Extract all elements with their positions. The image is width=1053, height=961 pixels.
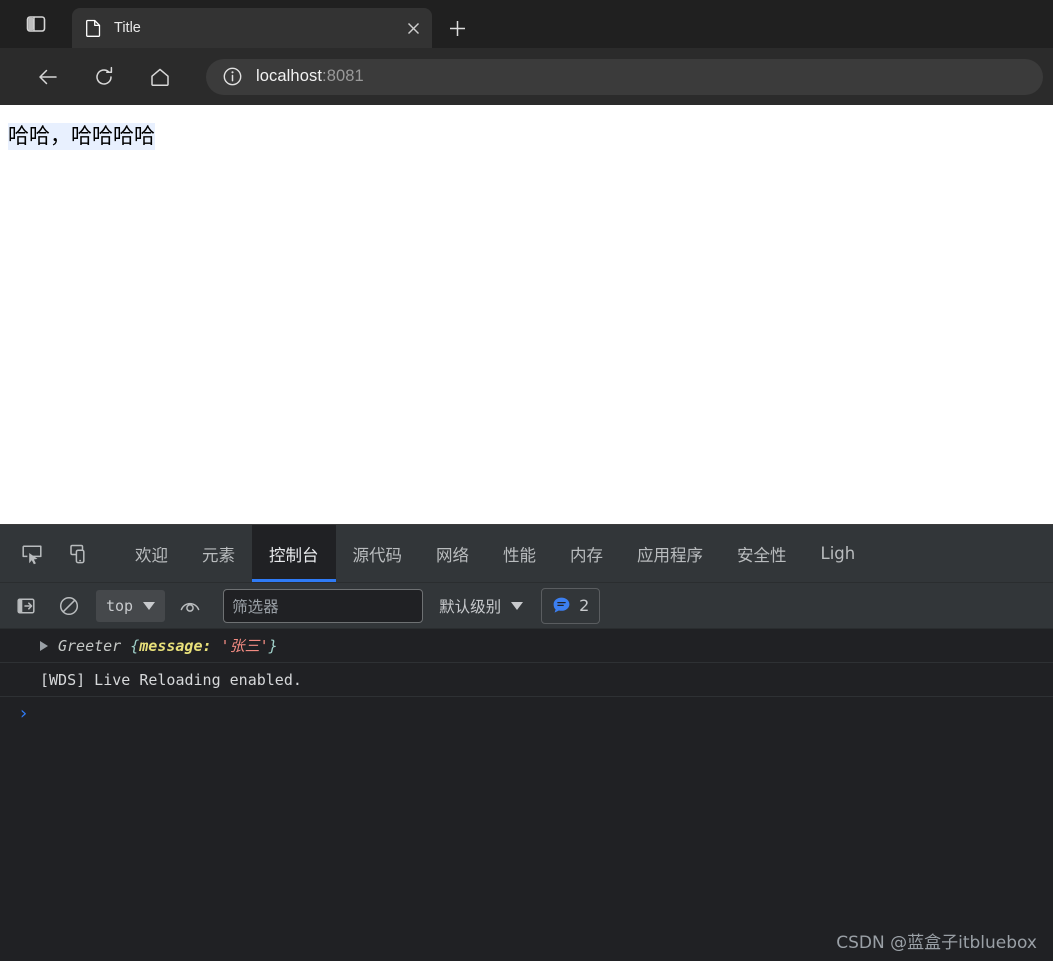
devtools-tab-elements[interactable]: 元素 [185, 525, 252, 582]
browser-window: Title localhost:8081 哈哈，哈哈哈哈 欢迎 元素 控制台 源… [0, 0, 1053, 961]
devtools-tab-memory[interactable]: 内存 [553, 525, 620, 582]
devtools-tab-console[interactable]: 控制台 [252, 525, 336, 582]
console-filter-input[interactable]: 筛选器 [223, 588, 424, 623]
console-object-preview: Greeter {message: '张三'} [58, 635, 278, 656]
console-object-value: '张三' [211, 637, 269, 655]
address-bar-url: localhost:8081 [256, 67, 364, 86]
execution-context-label: top [106, 596, 134, 615]
speech-bubble-icon [552, 596, 571, 615]
tab-title: Title [114, 20, 141, 36]
watermark-text: CSDN @蓝盒子itbluebox [836, 933, 1037, 953]
console-object-open-brace: { [121, 637, 140, 655]
inspect-element-icon[interactable] [8, 525, 56, 582]
chevron-down-icon [511, 601, 524, 610]
devtools-tab-label: 欢迎 [135, 545, 168, 565]
page-viewport: 哈哈，哈哈哈哈 [0, 105, 1053, 524]
devtools-tab-label: 控制台 [269, 545, 319, 565]
console-prompt[interactable]: › [0, 697, 1053, 731]
back-arrow-icon[interactable] [30, 59, 66, 95]
devtools-tab-lighthouse[interactable]: Ligh [804, 525, 873, 582]
console-level-selector[interactable]: 默认级别 [439, 595, 524, 617]
address-bar[interactable]: localhost:8081 [206, 58, 1043, 95]
devtools-tab-label: 元素 [202, 545, 235, 565]
address-bar-port: :8081 [322, 67, 364, 85]
devtools-tab-label: 应用程序 [637, 545, 703, 565]
console-message-count-badge[interactable]: 2 [541, 587, 601, 624]
sidebar-panel-icon[interactable] [0, 0, 72, 48]
devtools-tab-network[interactable]: 网络 [419, 525, 486, 582]
close-icon[interactable] [400, 15, 426, 41]
console-sidebar-icon[interactable] [8, 591, 46, 621]
devtools-tab-bar: 欢迎 元素 控制台 源代码 网络 性能 内存 应用程序 安全性 Ligh [0, 525, 1053, 583]
console-object-key: message: [139, 637, 212, 655]
console-filter-placeholder: 筛选器 [232, 597, 279, 616]
browser-tab[interactable]: Title [72, 8, 432, 48]
console-message-body: [WDS] Live Reloading enabled. [40, 670, 302, 689]
devtools-tab-label: 内存 [570, 545, 603, 565]
devtools-panel: 欢迎 元素 控制台 源代码 网络 性能 内存 应用程序 安全性 Ligh top… [0, 524, 1053, 961]
devtools-tab-performance[interactable]: 性能 [486, 525, 553, 582]
console-toolbar: top 筛选器 默认级别 2 [0, 583, 1053, 629]
devtools-tab-security[interactable]: 安全性 [720, 525, 804, 582]
home-icon[interactable] [142, 59, 178, 95]
console-object-constructor: Greeter [58, 637, 122, 655]
page-heading-text: 哈哈，哈哈哈哈 [8, 123, 155, 151]
clear-console-icon[interactable] [50, 591, 88, 621]
tab-strip: Title [0, 0, 1053, 48]
reload-icon[interactable] [86, 59, 122, 95]
device-toolbar-icon[interactable] [56, 525, 104, 582]
console-object-close-brace: } [268, 637, 278, 655]
console-level-label: 默认级别 [439, 597, 502, 616]
eye-icon[interactable] [171, 591, 209, 621]
info-circle-icon[interactable] [220, 65, 244, 89]
devtools-tab-label: 源代码 [352, 545, 403, 565]
prompt-chevron-icon: › [18, 703, 29, 724]
devtools-tab-label: 网络 [436, 545, 469, 565]
tab-strip-empty-area [480, 8, 1053, 48]
navigation-toolbar: localhost:8081 [0, 48, 1053, 105]
plus-icon[interactable] [434, 8, 480, 48]
devtools-tab-label: 性能 [503, 545, 536, 565]
console-message-object[interactable]: Greeter {message: '张三'} [0, 629, 1053, 663]
devtools-tab-label: Ligh [820, 544, 856, 563]
console-message-count: 2 [579, 596, 590, 615]
console-message-text[interactable]: [WDS] Live Reloading enabled. [0, 663, 1053, 697]
expand-triangle-icon[interactable] [40, 640, 48, 651]
devtools-tab-label: 安全性 [737, 545, 787, 565]
chevron-down-icon [143, 601, 156, 610]
devtools-tab-sources[interactable]: 源代码 [336, 525, 420, 582]
devtools-tab-welcome[interactable]: 欢迎 [118, 525, 185, 582]
address-bar-host: localhost [256, 67, 323, 85]
document-icon [84, 19, 102, 37]
devtools-tab-application[interactable]: 应用程序 [620, 525, 720, 582]
console-output[interactable]: Greeter {message: '张三'} [WDS] Live Reloa… [0, 629, 1053, 961]
execution-context-selector[interactable]: top [96, 589, 166, 622]
